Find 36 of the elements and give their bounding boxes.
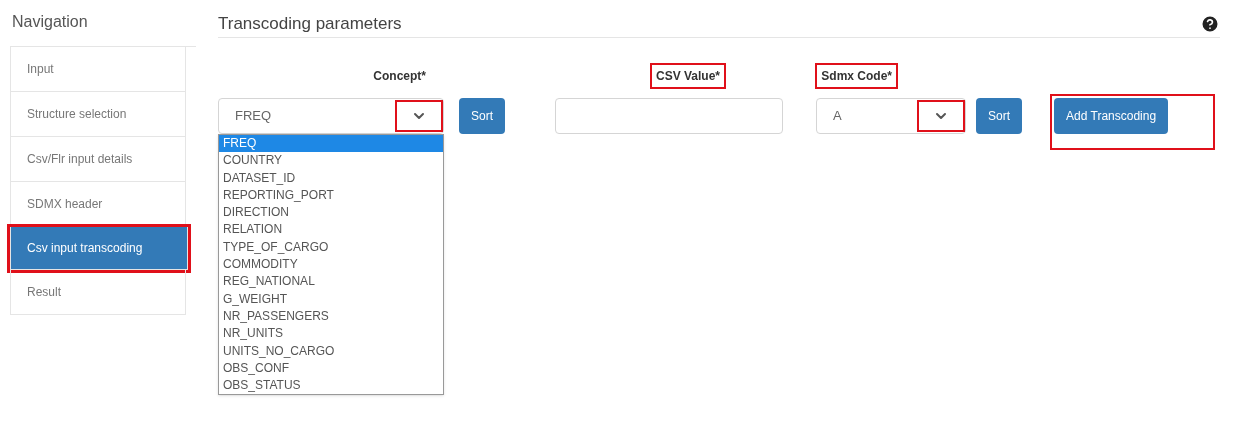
sidebar-title: Navigation	[11, 12, 89, 32]
sidebar-item[interactable]: Csv input transcoding	[10, 227, 188, 270]
dropdown-option[interactable]: DATASET_ID	[219, 169, 443, 187]
page-title: Transcoding parameters	[218, 12, 402, 35]
dropdown-option[interactable]: DIRECTION	[219, 204, 443, 222]
dropdown-option[interactable]: TYPE_OF_CARGO	[219, 238, 443, 257]
sidebar-item[interactable]: Input	[10, 47, 186, 92]
sidebar-item[interactable]: Structure selection	[10, 92, 186, 137]
dropdown-option[interactable]: REPORTING_PORT	[219, 186, 443, 205]
dropdown-option[interactable]: FREQ	[219, 135, 443, 153]
csv-value-input[interactable]	[555, 98, 783, 134]
dropdown-option[interactable]: REG_NATIONAL	[219, 273, 443, 291]
sidebar-item[interactable]: Csv/Flr input details	[10, 137, 186, 182]
select-value: FREQ	[235, 107, 273, 126]
select-value: A	[833, 107, 843, 126]
help-icon[interactable]	[1200, 13, 1220, 34]
dropdown-option[interactable]: UNITS_NO_CARGO	[219, 342, 443, 360]
dropdown-option[interactable]: COUNTRY	[219, 152, 443, 170]
sort-button[interactable]: Sort	[459, 98, 505, 134]
dropdown-option[interactable]: G_WEIGHT	[219, 290, 443, 308]
dropdown-option[interactable]: NR_PASSENGERS	[219, 307, 443, 326]
dropdown-option[interactable]: NR_UNITS	[219, 325, 443, 343]
dropdown-option[interactable]: RELATION	[219, 221, 443, 239]
dropdown-option[interactable]: OBS_CONF	[219, 359, 443, 378]
dropdown-select[interactable]: A	[816, 98, 966, 134]
caret-frame[interactable]	[917, 100, 965, 132]
sidebar-item[interactable]: Result	[10, 270, 186, 315]
field-label: CSV Value*	[649, 63, 726, 89]
dropdown-option[interactable]: COMMODITY	[219, 256, 443, 274]
field-label: Sdmx Code*	[815, 63, 898, 89]
dropdown-select[interactable]: FREQ	[218, 98, 444, 134]
sort-button[interactable]: Sort	[976, 98, 1023, 134]
add-transcoding-button[interactable]: Add Transcoding	[1054, 98, 1169, 134]
field-label: Concept*	[372, 68, 427, 85]
dropdown-option[interactable]: OBS_STATUS	[219, 377, 443, 395]
caret-frame[interactable]	[395, 100, 443, 132]
